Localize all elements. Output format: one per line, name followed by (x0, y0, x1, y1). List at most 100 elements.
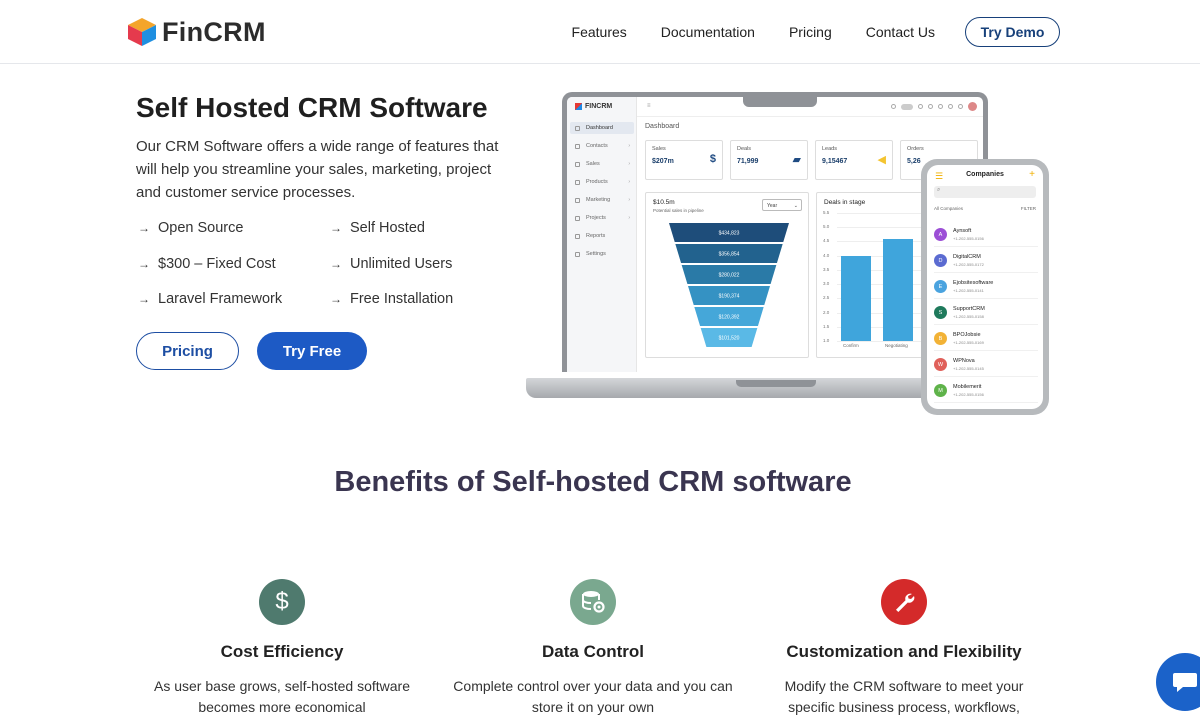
phone-subtitle: All Companies (934, 206, 964, 211)
feature-item: → Open Source (138, 220, 243, 236)
company-avatar: S (934, 306, 947, 319)
company-phone: +1-202-555-0158 (953, 314, 984, 319)
nav-pricing[interactable]: Pricing (789, 16, 832, 48)
y-tick-label: 1.0 (823, 338, 830, 343)
benefit-title: Cost Efficiency (220, 642, 344, 661)
feature-item: → $300 – Fixed Cost (138, 256, 276, 272)
chevron-right-icon: › (628, 215, 630, 221)
kpi-card: Deals 71,999 ▰ (730, 140, 808, 180)
company-phone: +1-202-555-0172 (953, 262, 984, 267)
chat-widget-button[interactable] (1156, 653, 1200, 711)
arrow-right-icon: → (138, 257, 150, 271)
kpi-label: Deals (737, 146, 752, 152)
y-tick-label: 2.0 (823, 309, 830, 315)
mock-sidebar-label: Sales (586, 161, 600, 167)
brand-logo[interactable]: FinCRM (126, 16, 266, 48)
mock-toolbar-icons (891, 102, 977, 111)
y-tick-label: 5.5 (823, 210, 830, 215)
chevron-right-icon: › (628, 179, 630, 185)
y-tick-label: 1.5 (823, 323, 830, 329)
try-free-button[interactable]: Try Free (257, 332, 367, 370)
benefit-title: Customization and Flexibility (786, 642, 1022, 661)
company-phone: +1-202-555-0156 (953, 236, 984, 241)
mock-sidebar-item: Dashboard (570, 122, 634, 134)
company-phone: +1-202-555-0156 (953, 392, 984, 397)
laptop-base-notch (736, 380, 816, 387)
feature-label: Self Hosted (350, 220, 425, 236)
feature-item: → Self Hosted (330, 220, 425, 236)
arrow-right-icon: → (330, 292, 342, 306)
company-row: M Mobilemerit +1-202-555-0156 (934, 381, 1038, 403)
briefcase-icon: ▰ (792, 154, 801, 166)
wrench-icon (881, 579, 927, 625)
nav-contact-us[interactable]: Contact Us (866, 16, 935, 48)
projects-icon (575, 215, 580, 221)
funnel-stage-label: $101,520 (719, 336, 740, 342)
kpi-value: 9,15467 (822, 158, 848, 165)
search-icon (891, 104, 896, 109)
phone-search: ⌕ (934, 186, 1036, 198)
nav-features[interactable]: Features (572, 16, 627, 48)
chat-bubble-icon (1173, 673, 1197, 692)
database-gear-icon (570, 579, 616, 625)
nav-documentation[interactable]: Documentation (661, 16, 755, 48)
dollar-icon: $ (709, 153, 716, 165)
main-nav: Features Documentation Pricing Contact U… (538, 16, 1060, 48)
search-icon: ⌕ (937, 187, 941, 193)
mock-sidebar-label: Reports (586, 233, 606, 239)
calendar-icon (938, 104, 943, 109)
company-avatar: M (934, 384, 947, 397)
benefit-text: Complete control over your data and you … (453, 678, 733, 715)
company-phone: +1-202-555-0169 (953, 340, 984, 345)
plus-icon (918, 104, 923, 109)
chevron-right-icon: › (628, 143, 630, 149)
deals-chart-title: Deals in stage (824, 199, 866, 206)
company-avatar: A (934, 228, 947, 241)
deal-bar (841, 255, 871, 341)
dollar-icon: $ (259, 579, 305, 625)
marketing-icon (575, 197, 580, 203)
kpi-label: Sales (652, 146, 666, 152)
mock-sidebar-label: Marketing (586, 197, 611, 203)
mock-sidebar: FINCRM Dashboard Contacts › Sales › Produc… (567, 97, 637, 372)
gear-icon (948, 104, 953, 109)
y-tick-label: 5.0 (823, 224, 830, 230)
kpi-card: Sales $207m $ (645, 140, 723, 180)
company-avatar: W (934, 358, 947, 371)
y-tick-label: 3.5 (823, 266, 830, 272)
arrow-right-icon: → (330, 257, 342, 271)
mock-sidebar-label: Projects (586, 215, 606, 221)
company-row: B BPOJobsie +1-202-555-0169 (934, 329, 1038, 351)
try-demo-button[interactable]: Try Demo (965, 17, 1060, 47)
kpi-label: Leads (822, 146, 837, 152)
phone-mockup: ☰ Companies + ⌕ All Companies FILTER A Ay… (921, 159, 1049, 415)
feature-item: → Free Installation (330, 291, 453, 307)
mock-sidebar-label: Contacts (586, 143, 608, 149)
y-tick-label: 4.0 (823, 252, 830, 258)
dollar-glyph: $ (275, 588, 289, 615)
cube-logo-icon (128, 18, 156, 46)
pricing-button[interactable]: Pricing (136, 332, 239, 370)
funnel-stage-label: $434,823 (719, 231, 740, 237)
company-name: Aynsoft (953, 228, 972, 234)
company-name: WPNova (953, 358, 975, 364)
funnel-stage-label: $356,854 (719, 252, 740, 258)
brand-name: FinCRM (162, 16, 266, 47)
mock-logo-icon (575, 103, 582, 110)
pipeline-subtitle: Potential sales in pipeline (653, 208, 704, 213)
company-name: BPOJobsie (953, 332, 981, 338)
pipeline-panel: $10.5m Potential sales in pipeline Year ⌄… (645, 192, 809, 358)
benefit-text: As user base grows, self-hosted software… (153, 678, 410, 715)
mock-sidebar-label: Products (586, 179, 608, 185)
feature-label: Open Source (158, 220, 244, 236)
benefit-title: Data Control (542, 642, 644, 661)
mock-sidebar-item: Contacts › (570, 140, 634, 152)
mock-sidebar-item: Reports (570, 230, 634, 242)
avatar (968, 102, 977, 111)
hero-title: Self Hosted CRM Software (136, 92, 488, 123)
chevron-right-icon: › (628, 197, 630, 203)
company-row: A Aynsoft +1-202-555-0156 (934, 225, 1038, 247)
toggle-icon (901, 103, 913, 110)
x-tick-label: Negotiating (885, 343, 908, 348)
arrow-right-icon: → (138, 221, 150, 235)
